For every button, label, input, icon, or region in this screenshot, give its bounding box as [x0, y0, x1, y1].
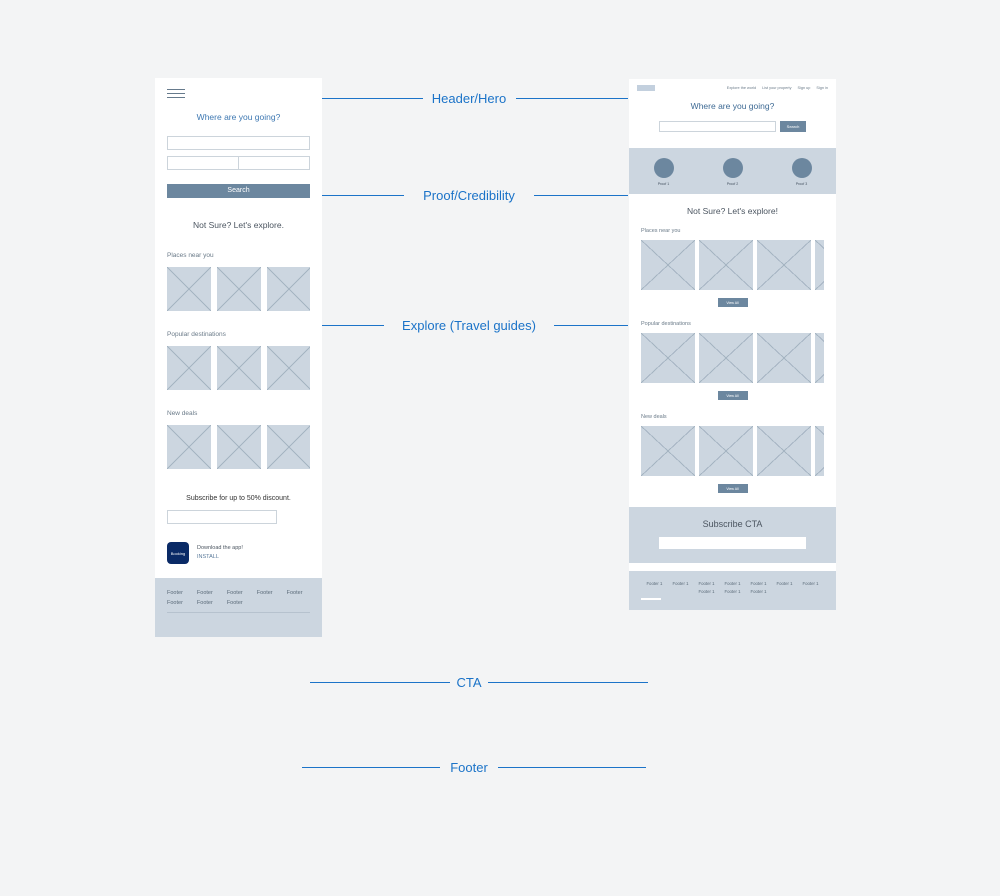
footer-link[interactable]: Footer — [197, 590, 213, 596]
app-icon: Booking — [167, 542, 189, 564]
proof-circle-icon — [792, 158, 812, 178]
view-all-button[interactable]: View All — [718, 484, 748, 493]
nav-signin[interactable]: Sign in — [816, 86, 828, 90]
footer-link[interactable]: Footer 1 — [672, 581, 688, 586]
search-input[interactable] — [659, 121, 776, 132]
footer-link[interactable]: Footer 1 — [698, 581, 714, 586]
footer-link[interactable]: Footer — [287, 590, 303, 596]
view-all-button[interactable]: View All — [718, 298, 748, 307]
footer-accent — [641, 598, 661, 600]
search-button[interactable]: Search — [167, 184, 310, 198]
image-placeholder[interactable] — [267, 346, 310, 390]
nav-explore[interactable]: Explore the world — [727, 86, 756, 90]
search-input-date[interactable] — [167, 156, 238, 170]
footer-link[interactable]: Footer 1 — [751, 581, 767, 586]
annotation-header: Header/Hero — [432, 91, 506, 106]
image-placeholder[interactable] — [757, 426, 811, 476]
footer-link[interactable]: Footer — [167, 590, 183, 596]
subscribe-input[interactable] — [167, 510, 277, 524]
desktop-wireframe: Explore the world List your property Sig… — [629, 79, 836, 610]
hamburger-icon[interactable] — [167, 89, 185, 98]
footer-divider — [167, 612, 310, 613]
nav-signup[interactable]: Sign up — [797, 86, 810, 90]
image-placeholder[interactable] — [167, 425, 211, 469]
section-title-deals: New deals — [167, 410, 310, 417]
footer-link[interactable]: Footer — [227, 590, 243, 596]
search-input-destination[interactable] — [167, 136, 310, 150]
image-placeholder[interactable] — [217, 346, 261, 390]
footer-link[interactable]: Footer 1 — [724, 581, 740, 586]
section-title-places: Places near you — [167, 252, 310, 259]
image-placeholder[interactable] — [757, 333, 811, 383]
cards-deals — [167, 425, 310, 469]
annotation-proof: Proof/Credibility — [423, 188, 515, 203]
footer-link[interactable]: Footer — [257, 590, 273, 596]
app-install-text[interactable]: INSTALL — [197, 553, 243, 562]
image-placeholder[interactable] — [641, 333, 695, 383]
subscribe-cta: Subscribe CTA — [629, 507, 836, 563]
image-placeholder[interactable] — [217, 425, 261, 469]
cards-places — [167, 267, 310, 311]
annotation-explore: Explore (Travel guides) — [402, 318, 536, 333]
top-nav: Explore the world List your property Sig… — [727, 86, 828, 90]
footer-link[interactable]: Footer — [167, 600, 183, 606]
footer: Footer Footer Footer Footer Footer Foote… — [155, 578, 322, 637]
image-placeholder[interactable] — [267, 267, 310, 311]
section-title-deals: New deals — [641, 414, 824, 420]
proof-label: Proof 2 — [727, 182, 739, 186]
section-title-popular: Popular destinations — [167, 331, 310, 338]
section-title-popular: Popular destinations — [641, 321, 824, 327]
explore-title: Not Sure? Let's explore! — [629, 206, 836, 216]
proof-circle-icon — [654, 158, 674, 178]
footer-link[interactable]: Footer 1 — [803, 581, 819, 586]
section-title-places: Places near you — [641, 228, 824, 234]
footer-link[interactable]: Footer 1 — [751, 589, 767, 594]
nav-list-property[interactable]: List your property — [762, 86, 791, 90]
image-placeholder[interactable] — [815, 240, 824, 290]
image-placeholder[interactable] — [757, 240, 811, 290]
footer-link[interactable]: Footer — [197, 600, 213, 606]
annotation-footer: Footer — [450, 760, 488, 775]
explore-title: Not Sure? Let's explore. — [167, 220, 310, 230]
subscribe-title: Subscribe CTA — [659, 519, 806, 529]
hero-question: Where are you going? — [629, 101, 836, 111]
footer-link[interactable]: Footer 1 — [777, 581, 793, 586]
image-placeholder[interactable] — [699, 333, 753, 383]
image-placeholder[interactable] — [267, 425, 310, 469]
logo-placeholder[interactable] — [637, 85, 655, 91]
footer: Footer 1 Footer 1 Footer 1 Footer 1 Foot… — [629, 571, 836, 610]
proof-label: Proof 1 — [658, 182, 670, 186]
footer-link[interactable]: Footer 1 — [698, 589, 714, 594]
footer-link[interactable]: Footer 1 — [646, 581, 662, 586]
subscribe-input[interactable] — [659, 537, 806, 549]
view-all-button[interactable]: View All — [718, 391, 748, 400]
annotation-cta: CTA — [456, 675, 481, 690]
mobile-wireframe: Where are you going? Search Not Sure? Le… — [155, 78, 322, 637]
image-placeholder[interactable] — [815, 333, 824, 383]
image-placeholder[interactable] — [641, 240, 695, 290]
footer-link[interactable]: Footer 1 — [724, 589, 740, 594]
search-input-guests[interactable] — [238, 156, 310, 170]
hero-question: Where are you going? — [167, 112, 310, 122]
proof-circle-icon — [723, 158, 743, 178]
app-download-text: Download the app! — [197, 544, 243, 553]
cards-popular — [167, 346, 310, 390]
image-placeholder[interactable] — [699, 426, 753, 476]
app-download-banner[interactable]: Booking Download the app! INSTALL — [167, 542, 310, 564]
image-placeholder[interactable] — [167, 267, 211, 311]
image-placeholder[interactable] — [167, 346, 211, 390]
proof-section: Proof 1 Proof 2 Proof 3 — [629, 148, 836, 194]
image-placeholder[interactable] — [217, 267, 261, 311]
search-button[interactable]: Search — [780, 121, 806, 132]
proof-label: Proof 3 — [796, 182, 808, 186]
image-placeholder[interactable] — [815, 426, 824, 476]
footer-link[interactable]: Footer — [227, 600, 243, 606]
image-placeholder[interactable] — [641, 426, 695, 476]
subscribe-title: Subscribe for up to 50% discount. — [167, 495, 310, 502]
image-placeholder[interactable] — [699, 240, 753, 290]
